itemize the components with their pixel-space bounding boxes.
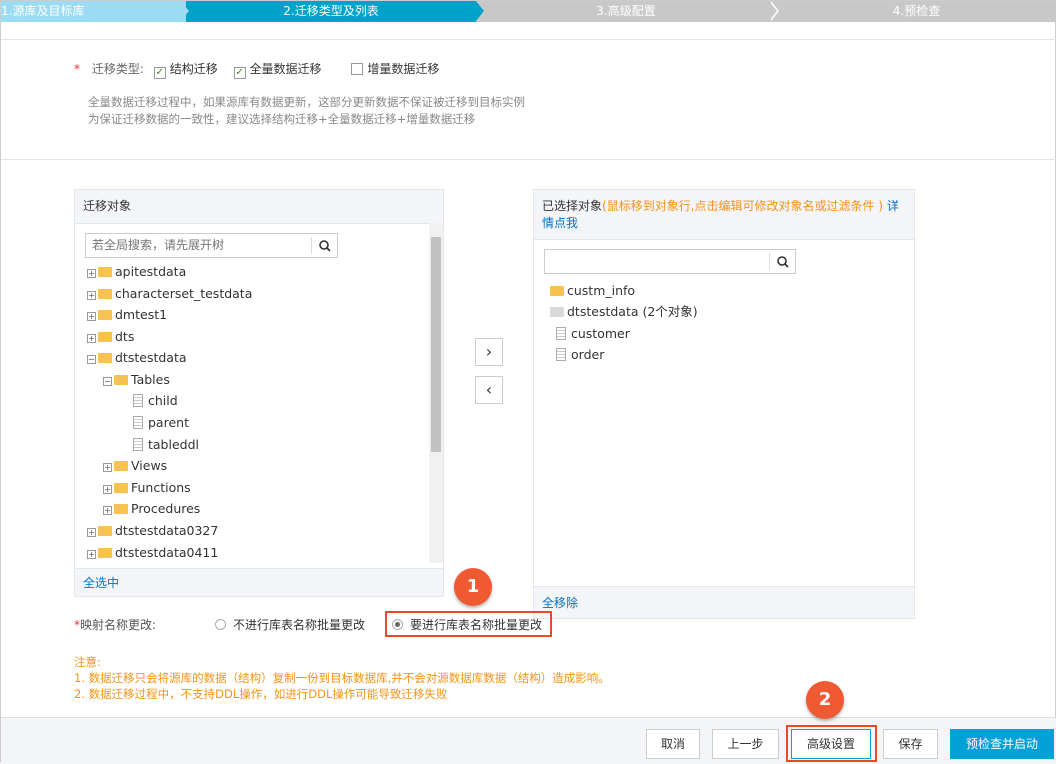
migration-type-row: * 迁移类型: ✓ 结构迁移 ✓ 全量数据迁移 增量数据迁移: [74, 60, 439, 79]
selected-item[interactable]: custm_info: [550, 281, 635, 301]
tree-node[interactable]: + apitestdata: [87, 262, 186, 282]
table-icon: [556, 327, 566, 340]
tree-node[interactable]: − Tables: [103, 370, 170, 390]
tree-node[interactable]: + dtstestdata0327: [87, 521, 218, 541]
tree-node[interactable]: + characterset_testdata: [87, 284, 252, 304]
radio-no-rename[interactable]: 不进行库表名称批量更改: [215, 616, 365, 633]
search-icon[interactable]: [769, 253, 795, 270]
selected-item[interactable]: dtstestdata (2个对象): [550, 302, 698, 322]
step-3: 3.高级配置: [596, 4, 656, 18]
tree-search[interactable]: [85, 233, 338, 258]
scrollbar[interactable]: [429, 223, 443, 563]
save-button[interactable]: 保存: [883, 729, 938, 759]
selected-objects-panel: 已选择对象(鼠标移到对象行,点击编辑可修改对象名或过滤条件 ) 详情点我 cus…: [533, 189, 915, 619]
folder-icon: [550, 307, 564, 317]
mapping-label: *映射名称更改:: [74, 618, 157, 632]
check-icon: ✓: [153, 67, 166, 79]
tree-leaf[interactable]: parent: [133, 413, 189, 433]
step-1: 1.源库及目标库: [1, 1, 186, 22]
prev-button[interactable]: 上一步: [712, 729, 779, 759]
checkbox-incremental[interactable]: 增量数据迁移: [351, 62, 439, 76]
migration-hint: 全量数据迁移过程中，如果源库有数据更新，这部分更新数据不保证被迁移到目标实例 为保…: [88, 95, 525, 126]
advanced-settings-button[interactable]: 高级设置: [791, 729, 871, 759]
check-icon: ✓: [233, 67, 246, 79]
tree-leaf[interactable]: child: [133, 391, 178, 411]
tree-node[interactable]: − dtstestdata: [87, 348, 187, 368]
tree-node[interactable]: + dtstestdata0411: [87, 543, 218, 563]
checkbox-full-data[interactable]: ✓ 全量数据迁移: [233, 62, 322, 79]
select-all-link[interactable]: 全选中: [75, 568, 443, 596]
panel-title: 已选择对象: [542, 199, 603, 213]
callout-2: 2: [806, 681, 844, 719]
required-mark: *: [74, 62, 80, 76]
search-icon[interactable]: [311, 237, 337, 254]
table-icon: [556, 348, 566, 361]
step-4: 4.预检查: [892, 4, 941, 18]
folder-icon: [550, 286, 564, 296]
notes: 注意: 1. 数据迁移只会将源库的数据（结构）复制一份到目标数据库,并不会对源数据…: [74, 655, 610, 701]
tree-node[interactable]: + Functions: [103, 478, 191, 498]
remove-all-link[interactable]: 全移除: [534, 586, 914, 618]
cancel-button[interactable]: 取消: [646, 729, 700, 759]
move-left-button[interactable]: ‹: [475, 376, 503, 404]
panel-title: 迁移对象: [75, 190, 443, 224]
tree-node[interactable]: + dts: [87, 327, 134, 347]
selected-search[interactable]: [544, 249, 796, 274]
move-right-button[interactable]: ›: [475, 338, 503, 366]
source-objects-panel: 迁移对象 +apitestdata +characterset_testdata…: [74, 189, 444, 597]
panel-hint: (鼠标移到对象行,点击编辑可修改对象名或过滤条件 ): [602, 199, 884, 213]
tree-node[interactable]: + dmtest1: [87, 305, 167, 325]
selected-item[interactable]: order: [556, 345, 604, 365]
tree-leaf[interactable]: tableddl: [133, 435, 199, 455]
selected-search-input[interactable]: [545, 250, 765, 272]
selected-item[interactable]: customer: [556, 324, 630, 344]
migration-type-label: 迁移类型:: [91, 62, 144, 76]
callout-1: 1: [454, 568, 492, 606]
radio-rename[interactable]: 要进行库表名称批量更改: [392, 616, 542, 633]
checkbox-schema[interactable]: ✓ 结构迁移: [153, 62, 218, 79]
step-2: 2.迁移类型及列表: [186, 1, 476, 22]
tree-search-input[interactable]: [86, 234, 306, 256]
tree-node[interactable]: + Views: [103, 456, 167, 476]
tree-node[interactable]: + Procedures: [103, 499, 200, 519]
precheck-start-button[interactable]: 预检查并启动: [950, 729, 1054, 759]
wizard-steps: 1.源库及目标库 2.迁移类型及列表 3.高级配置 4.预检查: [1, 1, 1056, 22]
